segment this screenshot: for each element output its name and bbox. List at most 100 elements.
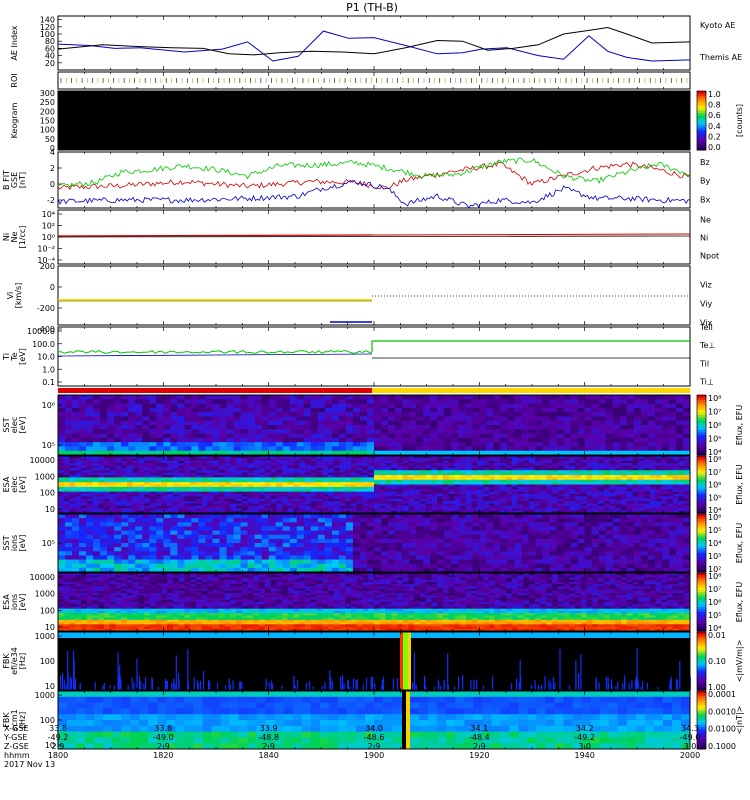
fbk-efi-burst: [127, 685, 129, 690]
fbk-efi-burst: [476, 679, 478, 690]
fbk-efi-burst: [568, 685, 571, 690]
fbk-efi-burst: [265, 678, 267, 690]
esa-ions-ylabel-line: [eV]: [18, 594, 27, 611]
sst-elec-ylabel: SST elec [eV]: [2, 417, 27, 434]
fbk-efi-burst: [60, 675, 62, 690]
fbk-scm-ytick: 1000: [35, 691, 55, 700]
bfield-ytick: 2: [50, 164, 55, 173]
keogram-colorbar-tick: 1.0: [708, 90, 721, 99]
coord-x-value: 33.8: [154, 724, 172, 733]
fbk-efi-burst: [511, 683, 513, 690]
fbk-efi-burst: [356, 679, 358, 690]
fbk-efi-burst: [447, 653, 449, 690]
fbk-efi-burst: [305, 682, 307, 690]
fbk-efi-burst: [516, 678, 518, 690]
fbk-efi-burst: [151, 679, 153, 690]
keogram-ytick: 100: [40, 126, 55, 135]
fbk-efi-colorbar-tick: 0.01: [708, 631, 726, 640]
fbk-efi-burst: [208, 679, 210, 690]
fbk-efi-burst: [164, 678, 167, 690]
keogram-image: [58, 91, 690, 150]
fbk-scm-event-dark: [402, 691, 406, 749]
fbk-efi-burst: [392, 678, 394, 690]
fbk-scm-colorbar-label: <|nT|>: [735, 706, 744, 735]
sst-elec-colorbar-tick: 10⁵: [708, 435, 721, 444]
date-label: 2017 Nov 13: [4, 760, 55, 769]
fbk-scm-colorbar-tick: 0.1000: [708, 742, 736, 751]
fbk-efi-burst: [119, 676, 121, 690]
fbk-efi-burst: [615, 686, 617, 690]
coord-time-value: 1800: [48, 751, 68, 760]
fbk-efi-burst: [216, 683, 219, 690]
coord-y-value: -49.2: [574, 733, 595, 742]
coord-y-value: -49.0: [680, 733, 701, 742]
fbk-efi-burst: [374, 684, 376, 690]
sst-ions-ytick: 10⁵: [42, 539, 55, 548]
fbk-efi-burst: [270, 680, 272, 690]
fbk-efi-ylabel-line: [Hz]: [18, 653, 27, 669]
coord-time-value: 1820: [153, 751, 173, 760]
fbk-efi-colorbar-label-text: <|mV/m|>: [735, 640, 744, 683]
fbk-efi-burst: [355, 679, 357, 690]
coord-z-value: 2.9: [473, 742, 486, 751]
fbk-efi-burst: [636, 647, 638, 690]
themis-summary-plot: P1 (TH-B) AE Index20406080100120140Kyoto…: [0, 0, 750, 800]
fbk-efi-burst: [559, 648, 561, 690]
fbk-efi-burst: [330, 676, 332, 690]
fbk-efi-burst: [578, 673, 580, 690]
fbk-efi-colorbar-tick: 0.10: [708, 657, 726, 666]
bfield-legend: Bz: [700, 158, 710, 167]
density-legend: Ne: [700, 216, 711, 225]
fbk-efi-burst: [595, 679, 597, 690]
sst-ions-colorbar-tick: 10³: [708, 552, 721, 561]
keogram-colorbar-tick: 0.0: [708, 143, 721, 152]
esa-elec-ytick: 10: [45, 505, 55, 514]
fbk-efi-burst: [534, 680, 536, 690]
roi-ylabel: ROI: [10, 73, 19, 87]
esa-ions-ytick: 10000: [30, 573, 55, 582]
fbk-efi-burst: [70, 678, 72, 690]
coord-z-value: 2.9: [368, 742, 381, 751]
fbk-efi-burst: [296, 679, 299, 690]
fbk-efi-burst: [67, 671, 69, 690]
coord-label-x: X-GSE: [4, 724, 29, 733]
fbk-efi-burst: [196, 680, 199, 690]
fbk-efi-burst: [281, 686, 283, 690]
fbk-efi-burst: [413, 652, 415, 690]
sst-ions-colorbar-tick: 10⁴: [708, 539, 721, 548]
keogram-colorbar-tick: 0.4: [708, 122, 721, 131]
fbk-efi-burst: [617, 681, 619, 690]
bfield-ytick: 4: [50, 148, 55, 157]
fbk-efi-burst: [232, 680, 234, 690]
temperature-ytick: 10.0: [37, 353, 55, 362]
fbk-efi-burst: [349, 686, 351, 690]
coord-time-value: 1840: [258, 751, 278, 760]
fbk-efi-burst: [598, 682, 600, 690]
fbk-efi-burst: [341, 675, 344, 690]
fbk-efi-burst: [174, 683, 176, 690]
fbk-efi-burst: [61, 672, 64, 690]
fbk-efi-burst: [415, 686, 418, 690]
ae-ylabel-line: AE Index: [10, 25, 19, 60]
velocity-ylabel-line: [km/s]: [14, 283, 23, 309]
temperature-ytick: 1.0: [42, 365, 55, 374]
bfield-legend: Bx: [700, 195, 710, 204]
fbk-efi-burst: [173, 678, 175, 690]
bfield-ytick: -2: [47, 196, 55, 205]
velocity-ytick: 200: [40, 262, 55, 271]
coord-x-value: 33.9: [260, 724, 278, 733]
fbk-efi-burst: [628, 683, 630, 690]
coord-time-value: 1940: [574, 751, 594, 760]
fbk-efi-burst: [440, 686, 442, 690]
esa-elec-colorbar-tick: 10⁶: [708, 481, 721, 490]
fbk-efi-burst: [79, 682, 81, 690]
fbk-efi-burst: [670, 676, 672, 690]
fbk-efi-burst: [642, 681, 644, 690]
coord-x-value: 33.8: [49, 724, 67, 733]
fbk-efi-burst: [193, 677, 195, 690]
coord-z-value: 2.9: [262, 742, 275, 751]
keogram-colorbar-label: [counts]: [735, 104, 744, 137]
keogram-colorbar-label-text: [counts]: [735, 104, 744, 137]
esa-elec-ytick: 1000: [35, 472, 55, 481]
coord-x-value: 34.1: [470, 724, 488, 733]
